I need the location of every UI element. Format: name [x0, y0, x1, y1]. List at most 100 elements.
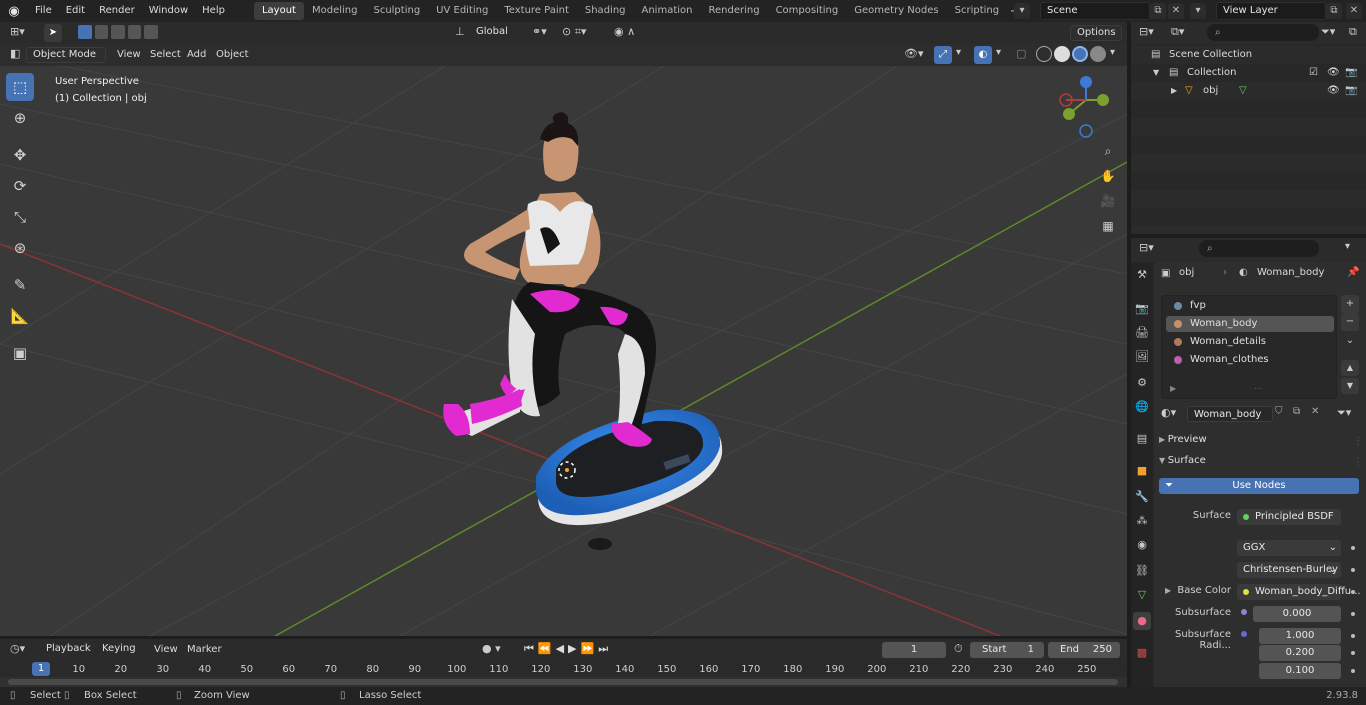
blender-logo-icon[interactable]: ◉ — [0, 0, 28, 22]
menu-help[interactable]: Help — [195, 0, 232, 22]
playback-menu[interactable]: Playback — [40, 642, 96, 658]
mesh-data-icon[interactable]: ▽ — [1239, 82, 1247, 100]
scene-name-field[interactable]: Scene — [1040, 2, 1150, 20]
node-link-icon[interactable]: ⏷▾ — [1337, 406, 1351, 420]
tab-rendering[interactable]: Rendering — [700, 2, 767, 20]
pin-icon[interactable]: 📌 — [1347, 267, 1359, 278]
select-extend-icon[interactable] — [94, 25, 109, 39]
xray-icon[interactable]: ▢ — [1016, 47, 1026, 60]
options-dropdown[interactable]: Options — [1070, 25, 1122, 41]
tab-texture-paint[interactable]: Texture Paint — [496, 2, 577, 20]
keyframe-dot-4[interactable] — [1351, 612, 1355, 616]
select-box-tool-icon[interactable]: ⬚ — [6, 73, 34, 101]
delete-view-layer-icon[interactable]: ✕ — [1346, 3, 1362, 19]
unlink-material-icon[interactable]: ✕ — [1311, 406, 1319, 417]
keyframe-dot-2[interactable] — [1351, 568, 1355, 572]
preview-panel-header[interactable]: ▶ Preview — [1159, 434, 1207, 445]
menu-render[interactable]: Render — [92, 0, 142, 22]
material-slot-woman-clothes[interactable]: Woman_clothes — [1166, 352, 1334, 368]
material-slot-fvp[interactable]: fvp — [1166, 298, 1334, 314]
properties-editor-icon[interactable]: ⊟▾ — [1139, 241, 1154, 254]
outliner-search-input[interactable]: ⌕ — [1207, 24, 1319, 41]
tab-sculpting[interactable]: Sculpting — [365, 2, 428, 20]
subsurface-radius-x[interactable]: 1.000 — [1259, 628, 1341, 644]
add-slot-button[interactable]: + — [1341, 295, 1359, 313]
surface-shader-field[interactable]: Principled BSDF — [1237, 509, 1341, 525]
transform-tool-icon[interactable]: ⊛ — [6, 234, 34, 262]
rendered-shading-icon[interactable] — [1090, 46, 1106, 62]
new-collection-icon[interactable]: ⧉ — [1349, 25, 1357, 39]
timeline-editor-icon[interactable]: ◷▾ — [10, 642, 25, 655]
obj-visibility-eye-icon[interactable]: 👁 — [1327, 82, 1340, 100]
viewport-menu-select[interactable]: Select — [150, 47, 181, 63]
scene-browse-icon[interactable]: ▾ — [1014, 3, 1030, 19]
list-expand-icon[interactable]: ▶ — [1170, 384, 1176, 393]
world-tab-icon[interactable]: 🌐 — [1133, 398, 1151, 416]
transform-orientation-dropdown[interactable]: Global — [470, 25, 524, 41]
timeline-menu-marker[interactable]: Marker — [187, 642, 222, 658]
menu-window[interactable]: Window — [142, 0, 195, 22]
end-frame-field[interactable]: End 250 — [1048, 642, 1120, 658]
tool-tab-icon[interactable]: ⚒ — [1133, 266, 1151, 284]
use-nodes-button[interactable]: ⏷ Use Nodes — [1159, 478, 1359, 494]
annotate-tool-icon[interactable]: ✎ — [6, 271, 34, 299]
rotate-tool-icon[interactable]: ⟳ — [6, 172, 34, 200]
obj-render-camera-icon[interactable]: 📷 — [1345, 82, 1357, 100]
particles-tab-icon[interactable]: ⁂ — [1133, 512, 1151, 530]
tab-uv-editing[interactable]: UV Editing — [428, 2, 496, 20]
tab-shading[interactable]: Shading — [577, 2, 634, 20]
material-tab-icon[interactable]: ● — [1133, 612, 1151, 630]
pan-view-icon[interactable]: ✋ — [1097, 165, 1119, 187]
collection-tab-icon[interactable]: ▤ — [1133, 430, 1151, 448]
frame-ruler[interactable]: 1 10 20 30 40 50 60 70 80 90 100 110 120 130 140 150 16… — [0, 661, 1127, 677]
cursor-tool-icon[interactable]: ⊕ — [6, 104, 34, 132]
tab-layout[interactable]: Layout — [253, 2, 304, 20]
scene-tab-icon[interactable]: ⚙ — [1133, 374, 1151, 392]
material-browse-icon[interactable]: ◐▾ — [1161, 406, 1176, 419]
fake-user-icon[interactable]: ⛉ — [1275, 406, 1283, 417]
material-datablock-field[interactable]: Woman_body — [1187, 406, 1273, 422]
expand-chevron-icon[interactable]: ▶ — [1171, 82, 1177, 100]
3d-viewport[interactable]: ◧ Object Mode View Select Add Object 👁▾ … — [0, 44, 1127, 636]
delete-scene-icon[interactable]: ✕ — [1168, 3, 1184, 19]
remove-slot-button[interactable]: − — [1341, 313, 1359, 331]
preview-range-icon[interactable]: ⏱ — [954, 642, 963, 656]
gizmo-toggle-icon[interactable]: ⤢ — [934, 46, 952, 64]
keyframe-dot-6[interactable] — [1351, 651, 1355, 655]
snap-icon[interactable]: ⊙ ⌗▾ — [562, 25, 586, 39]
view-layer-browse-icon[interactable]: ▾ — [1190, 3, 1206, 19]
visibility-eye-icon[interactable]: 👁 — [1327, 64, 1340, 82]
playback-controls[interactable]: ⏮⏪◀▶⏩⏭ — [524, 642, 612, 656]
constraints-tab-icon[interactable]: ⛓ — [1133, 562, 1151, 580]
subsurface-field[interactable]: 0.000 — [1253, 606, 1341, 622]
view-layer-tab-icon[interactable]: 🖼 — [1133, 348, 1151, 366]
pivot-point-icon[interactable]: ⚭▾ — [532, 25, 547, 38]
subsurface-socket-icon[interactable] — [1241, 609, 1247, 615]
keying-menu[interactable]: Keying — [96, 642, 146, 658]
select-subtract-icon[interactable] — [111, 25, 125, 39]
tab-modeling[interactable]: Modeling — [304, 2, 366, 20]
menu-edit[interactable]: Edit — [59, 0, 92, 22]
distribution-dropdown[interactable]: GGX ⌄ — [1237, 540, 1341, 556]
panel-grip-icon-2[interactable]: ⋮ — [1353, 457, 1363, 468]
timeline-menu-view[interactable]: View — [154, 642, 178, 658]
select-tool-icon[interactable]: ➤ — [44, 24, 62, 42]
gizmo-dropdown-icon[interactable]: ▾ — [956, 47, 961, 58]
keyframe-dot[interactable] — [1351, 546, 1355, 550]
overlay-dropdown-icon[interactable]: ▾ — [996, 47, 1001, 58]
editor-type-icon[interactable]: ⊞▾ — [10, 25, 36, 41]
viewport-menu-add[interactable]: Add — [187, 47, 206, 63]
add-cube-tool-icon[interactable]: ▣ — [6, 339, 34, 367]
timeline[interactable]: 1 10 20 30 40 50 60 70 80 90 100 110 120 130 140 150 16… — [0, 661, 1127, 687]
properties-search-input[interactable]: ⌕ — [1199, 240, 1319, 257]
list-resize-handle[interactable]: ⋯ — [1254, 384, 1262, 393]
object-tab-icon[interactable]: ■ — [1133, 462, 1151, 480]
outliner-row-obj[interactable]: ▶ ▽ obj ▽ 👁 📷 — [1131, 82, 1366, 100]
move-slot-down-button[interactable]: ▼ — [1341, 378, 1359, 394]
filter-icon[interactable]: ⏷▾ — [1321, 25, 1335, 39]
keyframe-dot-7[interactable] — [1351, 669, 1355, 673]
tab-animation[interactable]: Animation — [634, 2, 701, 20]
keyframe-dot-5[interactable] — [1351, 634, 1355, 638]
solid-shading-icon[interactable] — [1054, 46, 1070, 62]
output-tab-icon[interactable]: 🖨 — [1133, 324, 1151, 342]
